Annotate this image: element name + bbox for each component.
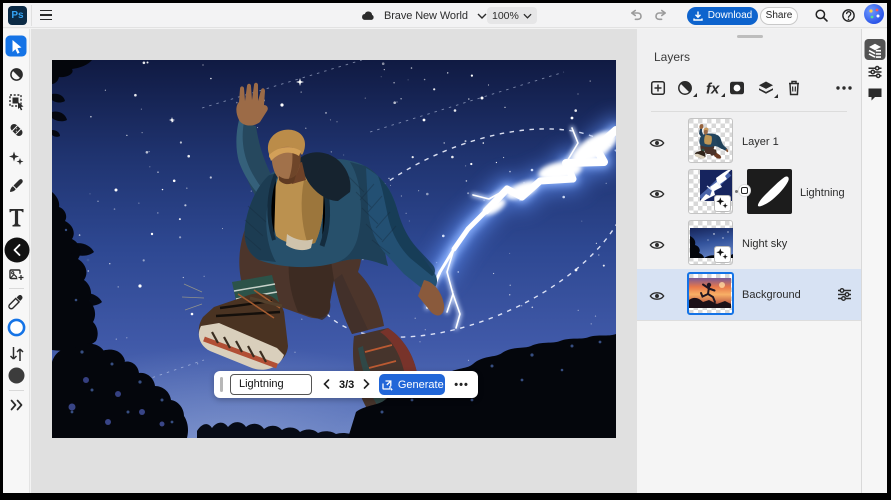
svg-text:fx: fx — [706, 81, 720, 98]
